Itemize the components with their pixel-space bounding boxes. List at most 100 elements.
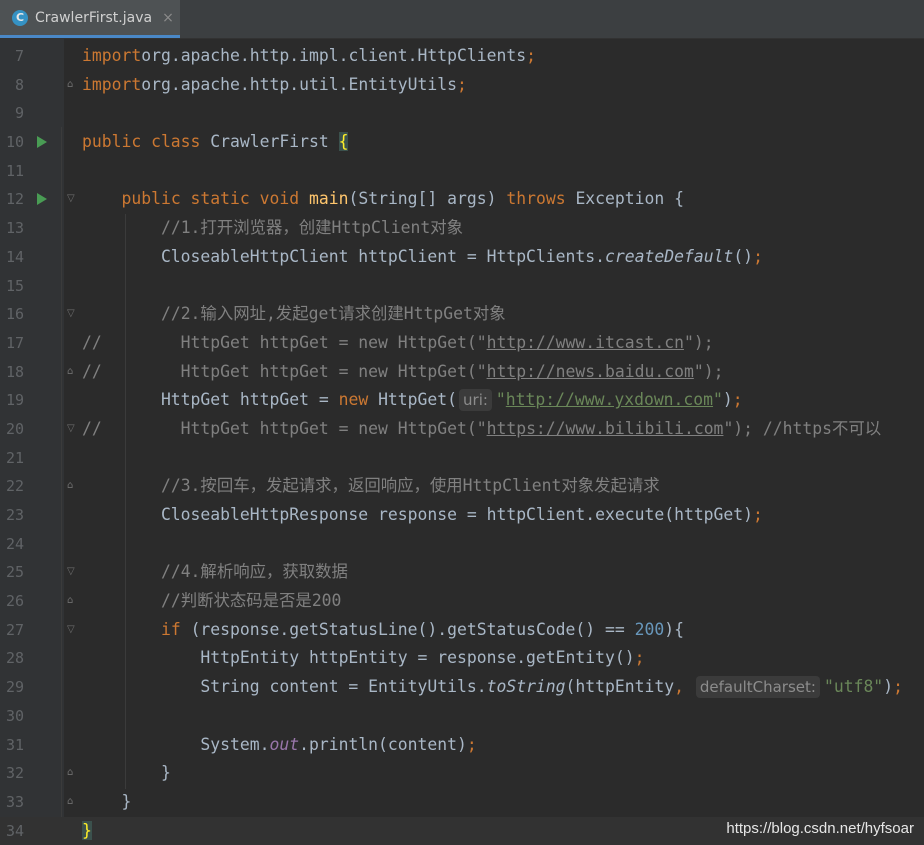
code-token: (httpEntity bbox=[565, 677, 675, 697]
code-token: public class bbox=[82, 132, 211, 152]
run-icon[interactable] bbox=[37, 193, 47, 206]
code-text: //1.打开浏览器，创建HttpClient对象 bbox=[82, 214, 463, 243]
code-token: //4.解析响应，获取数据 bbox=[160, 562, 348, 582]
line-number: 33 bbox=[5, 792, 24, 811]
watermark: https://blog.csdn.net/hyfsoar bbox=[726, 820, 914, 837]
code-token: //2.输入网址,发起get请求创建HttpGet对象 bbox=[160, 304, 506, 324]
code-token: createDefault bbox=[605, 246, 734, 266]
code-token: throws bbox=[506, 189, 576, 209]
code-line[interactable]: 23 CloseableHttpResponse response = http… bbox=[0, 501, 924, 530]
fold-icon[interactable]: ⌂ bbox=[67, 481, 76, 491]
fold-icon[interactable]: ⌂ bbox=[67, 79, 76, 90]
code-line[interactable]: 11 bbox=[0, 157, 924, 186]
code-line[interactable]: 33 ⌂ } bbox=[0, 788, 924, 817]
code-token: https://www.bilibili.com bbox=[486, 418, 724, 438]
code-token: HttpGet httpGet = bbox=[82, 390, 339, 410]
code-line[interactable]: 31 System.out.println(content); bbox=[0, 731, 924, 760]
code-token: String content = EntityUtils. bbox=[82, 677, 487, 697]
code-token: ; bbox=[634, 648, 645, 668]
code-token: } bbox=[82, 763, 171, 783]
line-number: 15 bbox=[5, 276, 24, 295]
code-token: , bbox=[674, 677, 694, 697]
code-line[interactable]: 30 bbox=[0, 702, 924, 731]
code-token: } bbox=[82, 791, 132, 811]
code-token: 200 bbox=[634, 619, 665, 639]
line-number: 7 bbox=[14, 47, 24, 65]
parameter-hint: uri: bbox=[459, 389, 492, 412]
code-text: //判断状态码是否是200 bbox=[82, 587, 341, 616]
code-line[interactable]: 7 importorg.apache.http.impl.client.HttpC… bbox=[0, 42, 924, 71]
run-icon[interactable] bbox=[37, 136, 47, 149]
code-text: importorg.apache.http.impl.client.HttpCl… bbox=[82, 42, 536, 71]
fold-icon[interactable]: ⌂ bbox=[67, 366, 76, 377]
fold-icon[interactable]: ▽ bbox=[67, 567, 76, 577]
code-text: // HttpGet httpGet = new HttpGet("https:… bbox=[82, 415, 881, 444]
code-text: HttpEntity httpEntity = response.getEnti… bbox=[82, 644, 644, 673]
code-text: } bbox=[82, 759, 171, 788]
code-editor[interactable]: 7 importorg.apache.http.impl.client.HttpC… bbox=[0, 42, 924, 845]
code-token: new bbox=[338, 390, 379, 410]
code-line[interactable]: 27 ▽ if (response.getStatusLine().getStat… bbox=[0, 616, 924, 645]
code-line[interactable]: 17 // HttpGet httpGet = new HttpGet("http… bbox=[0, 329, 924, 358]
code-token: if bbox=[160, 619, 191, 639]
code-token: public static void bbox=[121, 189, 309, 209]
close-icon[interactable]: × bbox=[162, 10, 174, 26]
code-token: main bbox=[308, 189, 349, 209]
code-token: // HttpGet httpGet = new HttpGet(" bbox=[82, 418, 487, 438]
line-number: 20 bbox=[5, 419, 24, 438]
code-line[interactable]: 24 bbox=[0, 530, 924, 559]
code-line[interactable]: 8 ⌂ importorg.apache.http.util.EntityUtils… bbox=[0, 71, 924, 100]
code-token: CloseableHttpResponse response = httpCli… bbox=[82, 505, 754, 524]
code-line[interactable]: 21 bbox=[0, 444, 924, 473]
code-token: import bbox=[82, 46, 142, 65]
editor-tab-bar: C CrawlerFirst.java × bbox=[0, 0, 924, 39]
code-token: ; bbox=[732, 390, 743, 410]
code-token: ; bbox=[457, 74, 467, 94]
line-number: 31 bbox=[5, 735, 24, 754]
code-token: } bbox=[82, 820, 92, 840]
code-line[interactable]: 18 ⌂ // HttpGet httpGet = new HttpGet("htt… bbox=[0, 358, 924, 387]
fold-icon[interactable]: ⌂ bbox=[67, 768, 76, 778]
code-line[interactable]: 32 ⌂ } bbox=[0, 759, 924, 788]
code-line[interactable]: 29 String content = EntityUtils.toString… bbox=[0, 673, 924, 702]
code-token: ; bbox=[466, 734, 477, 754]
tab-crawlerfirst[interactable]: C CrawlerFirst.java × bbox=[0, 0, 180, 38]
line-number: 13 bbox=[5, 219, 24, 238]
line-number: 9 bbox=[14, 104, 24, 123]
line-number: 10 bbox=[5, 133, 24, 152]
fold-icon[interactable]: ▽ bbox=[67, 194, 76, 204]
code-line[interactable]: 25 ▽ //4.解析响应，获取数据 bbox=[0, 558, 924, 587]
fold-icon[interactable]: ▽ bbox=[67, 309, 76, 319]
code-line[interactable]: 10 public class CrawlerFirst { bbox=[0, 128, 924, 157]
code-token: out bbox=[269, 734, 300, 754]
code-token: //1.打开浏览器，创建HttpClient对象 bbox=[160, 218, 464, 238]
code-line[interactable]: 26 ⌂ //判断状态码是否是200 bbox=[0, 587, 924, 616]
fold-icon[interactable]: ⌂ bbox=[67, 796, 76, 807]
code-token: .println(content) bbox=[299, 734, 467, 754]
code-line[interactable]: 16 ▽ //2.输入网址,发起get请求创建HttpGet对象 bbox=[0, 300, 924, 329]
line-number: 30 bbox=[5, 706, 24, 725]
code-text: // HttpGet httpGet = new HttpGet("http:/… bbox=[82, 329, 714, 358]
code-line[interactable]: 28 HttpEntity httpEntity = response.getE… bbox=[0, 644, 924, 673]
code-token: () bbox=[733, 246, 754, 266]
code-text: } bbox=[82, 788, 131, 817]
code-line[interactable]: 20 ▽ // HttpGet httpGet = new HttpGet("htt… bbox=[0, 415, 924, 444]
line-number: 17 bbox=[5, 333, 24, 352]
code-line[interactable]: 9 bbox=[0, 99, 924, 128]
code-token: "); bbox=[693, 361, 724, 381]
fold-icon[interactable]: ▽ bbox=[67, 423, 76, 434]
code-text: HttpGet httpGet = new HttpGet(uri: "http:… bbox=[82, 386, 743, 415]
fold-icon[interactable]: ⌂ bbox=[67, 596, 76, 606]
code-line[interactable]: 15 bbox=[0, 272, 924, 301]
line-number: 18 bbox=[5, 362, 24, 381]
code-line[interactable]: 22 ⌂ //3.按回车，发起请求，返回响应，使用HttpClient对象发起请求 bbox=[0, 472, 924, 501]
code-line[interactable]: 14 CloseableHttpClient httpClient = Http… bbox=[0, 243, 924, 272]
fold-icon[interactable]: ▽ bbox=[67, 624, 76, 635]
code-text: // HttpGet httpGet = new HttpGet("http:/… bbox=[82, 358, 723, 387]
code-line[interactable]: 19 HttpGet httpGet = new HttpGet(uri: "ht… bbox=[0, 386, 924, 415]
code-line[interactable]: 12 ▽ public static void main(String[] arg… bbox=[0, 185, 924, 214]
code-line[interactable]: 13 //1.打开浏览器，创建HttpClient对象 bbox=[0, 214, 924, 243]
